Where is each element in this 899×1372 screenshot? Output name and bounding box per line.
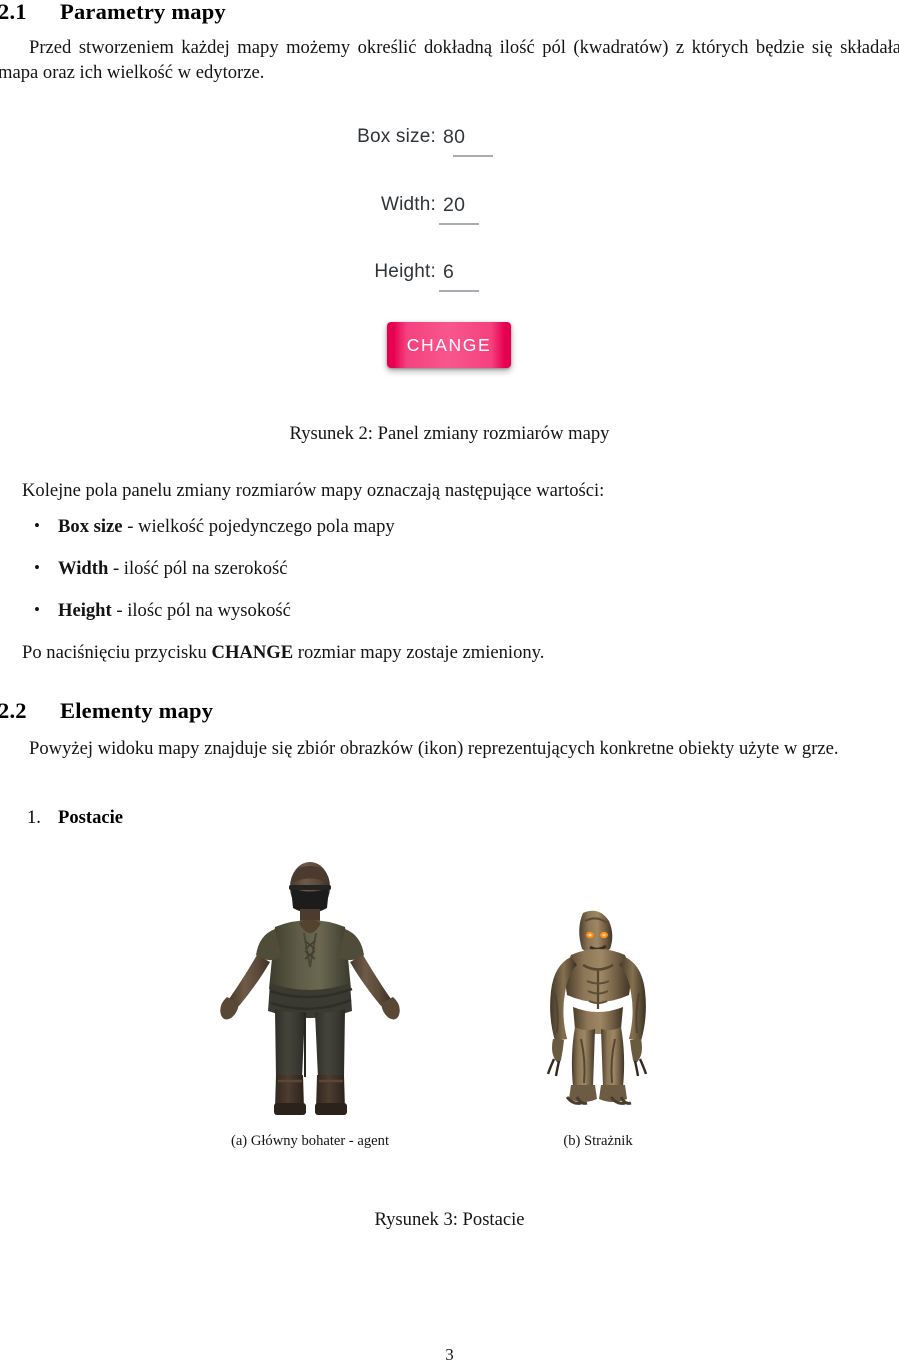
bullet-desc-width: - ilość pól na szerokość — [108, 558, 288, 579]
section-number: 2.2 — [0, 698, 27, 723]
map-size-panel-screenshot: Box size: 80 Width: 20 Height: 6 CHANGE — [331, 112, 569, 397]
figure-2-caption: Rysunek 2: Panel zmiany rozmiarów mapy — [289, 423, 610, 444]
change-note-button-name: CHANGE — [211, 642, 294, 663]
box-size-value[interactable]: 80 — [443, 126, 465, 149]
field-row-box-size: Box size: 80 — [331, 126, 569, 166]
change-button[interactable]: CHANGE — [387, 322, 511, 368]
paragraph-fields-lead: Kolejne pola panelu zmiany rozmiarów map… — [22, 480, 605, 501]
character-agent: (a) Główny bohater - agent — [155, 855, 465, 1150]
section-heading-2-2: 2.2 Elementy mapy — [0, 698, 214, 724]
change-note-prefix: Po naciśnięciu przycisku — [22, 642, 212, 663]
list-item: 1. Postacie — [22, 806, 123, 830]
width-underline — [439, 223, 479, 225]
paragraph-change-note: Po naciśnięciu przycisku CHANGE rozmiar … — [22, 641, 899, 666]
box-size-label: Box size: — [357, 126, 436, 147]
bullet-term-width: Width — [58, 558, 109, 579]
map-elements-list: 1. Postacie — [22, 806, 123, 830]
agent-character-icon — [220, 862, 400, 1115]
section-title: Elementy mapy — [60, 698, 214, 723]
field-description-list: Box size - wielkość pojedynczego pola ma… — [22, 514, 882, 641]
bullet-term-height: Height — [58, 600, 112, 621]
paragraph-parametry-intro: Przed stworzeniem każdej mapy możemy okr… — [0, 37, 899, 83]
bullet-desc-height: - ilośc pól na wysokość — [111, 600, 291, 621]
change-note-suffix: rozmiar mapy zostaje zmieniony. — [293, 642, 545, 663]
list-item-label: Postacie — [58, 807, 124, 828]
box-size-underline — [453, 155, 493, 157]
list-marker: 1. — [27, 807, 41, 828]
section-number: 2.1 — [0, 0, 27, 24]
section-heading-2-1: 2.1 Parametry mapy — [0, 0, 226, 25]
height-value[interactable]: 6 — [443, 261, 454, 284]
height-underline — [439, 290, 479, 292]
height-label: Height: — [374, 261, 436, 282]
page-number: 3 — [445, 1345, 454, 1364]
figure-3-caption: Rysunek 3: Postacie — [374, 1209, 525, 1230]
document-page: 2.1 Parametry mapy Przed stworzeniem każd… — [0, 0, 899, 1372]
width-label: Width: — [380, 194, 436, 215]
list-item: Box size - wielkość pojedynczego pola ma… — [22, 514, 882, 557]
width-value[interactable]: 20 — [443, 194, 465, 217]
figure-characters: (a) Główny bohater - agent (b) Strażnik — [0, 855, 899, 1195]
figure-map-size-panel: Box size: 80 Width: 20 Height: 6 CHANGE — [0, 112, 899, 402]
field-row-width: Width: 20 — [331, 194, 569, 234]
bullet-term-box-size: Box size — [58, 516, 123, 537]
list-item: Height - ilośc pól na wysokość — [22, 598, 882, 641]
subcaption-agent: (a) Główny bohater - agent — [230, 1133, 390, 1149]
section-title: Parametry mapy — [60, 0, 226, 24]
list-item: Width - ilość pól na szerokość — [22, 556, 882, 599]
subcaption-guard: (b) Strażnik — [563, 1133, 633, 1149]
guard-troll-character-icon — [546, 910, 648, 1105]
character-guard: (b) Strażnik — [500, 855, 696, 1150]
field-row-height: Height: 6 — [331, 261, 569, 301]
bullet-desc-box-size: - wielkość pojedynczego pola mapy — [122, 516, 395, 537]
paragraph-elementy-intro: Powyżej widoku mapy znajduje się zbiór o… — [29, 738, 839, 759]
